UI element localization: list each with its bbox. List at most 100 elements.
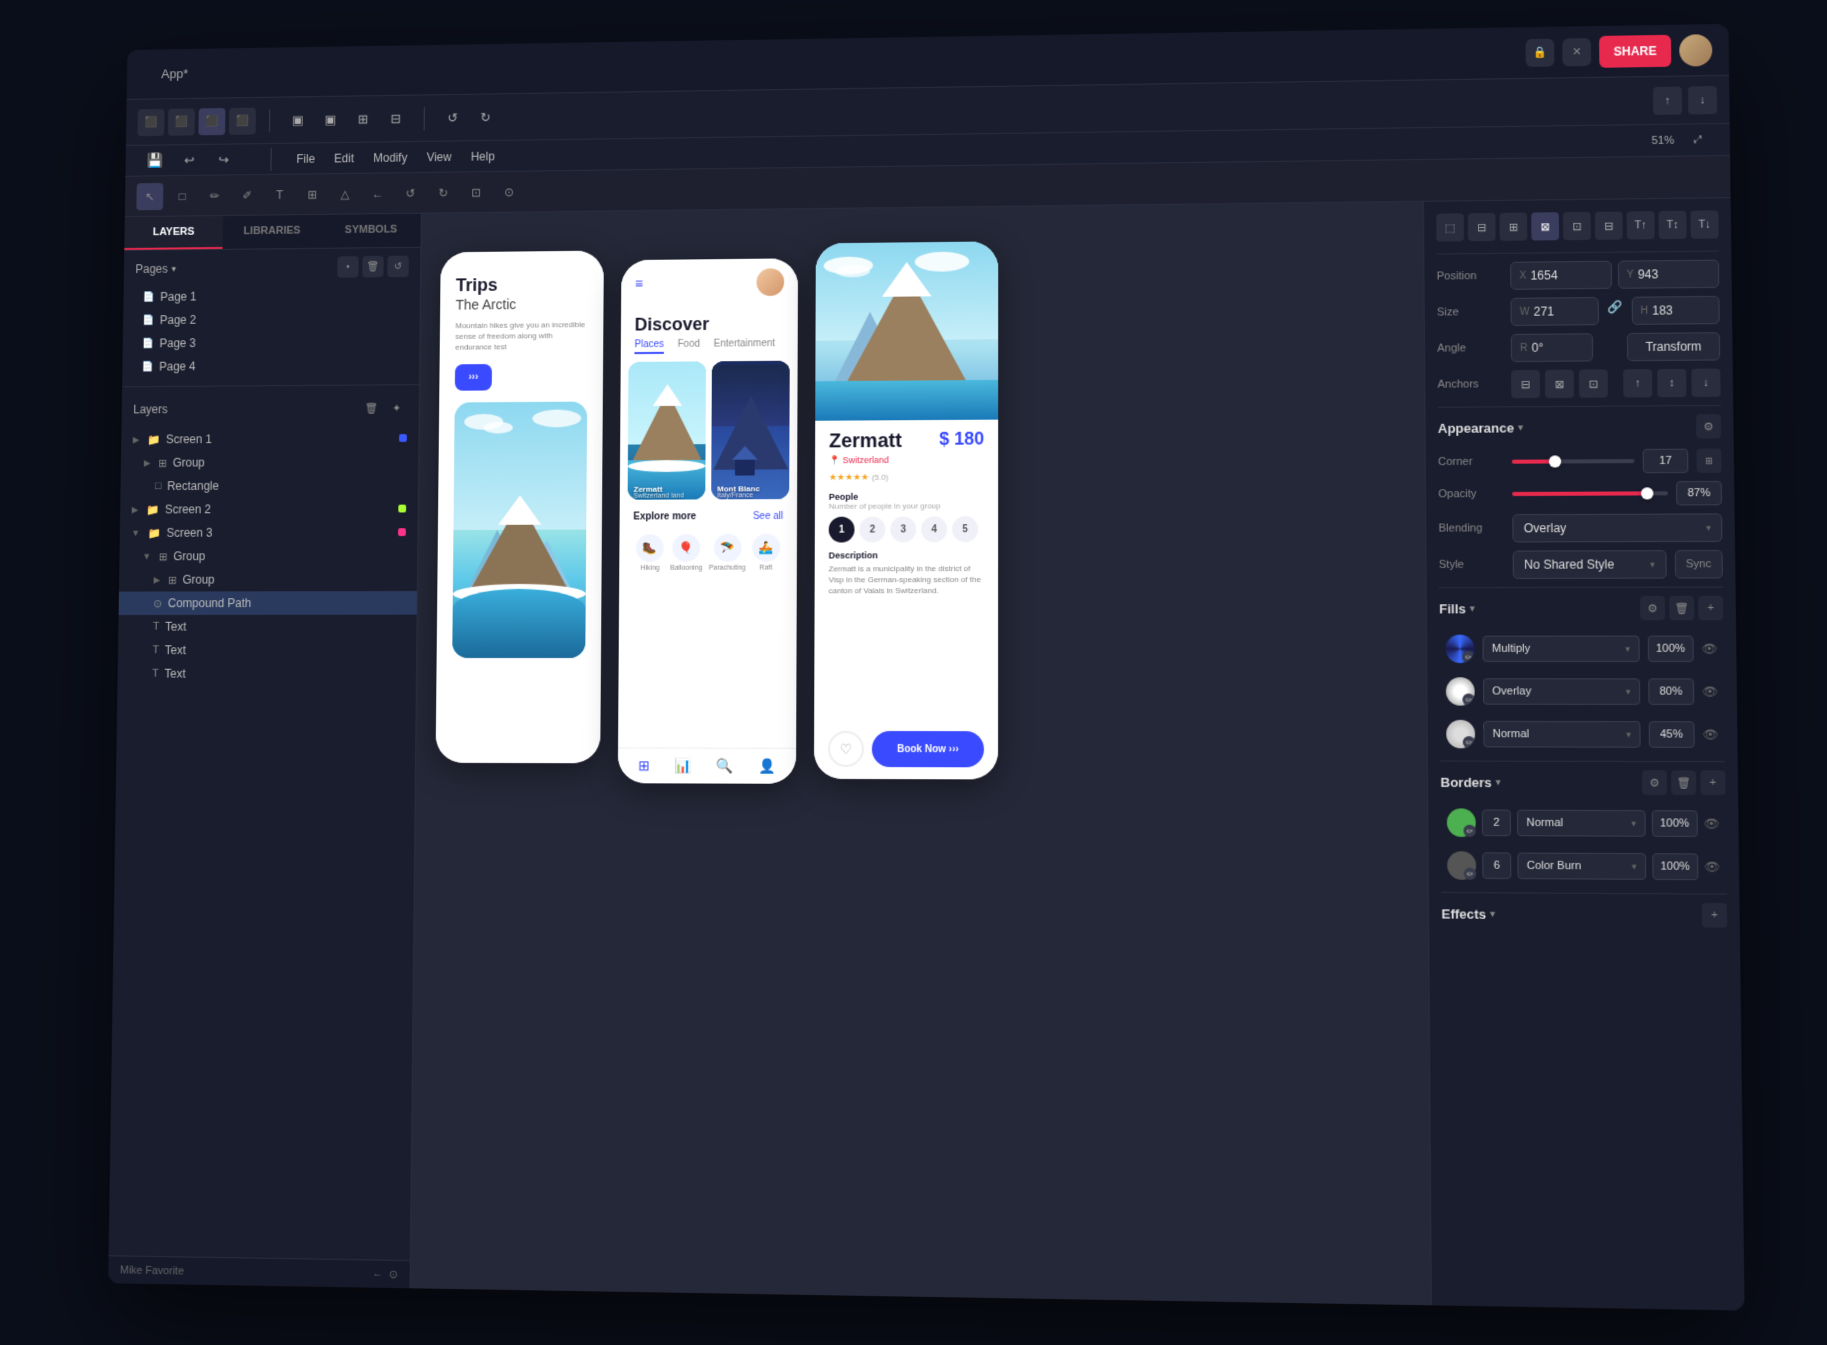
phone1-btn[interactable]: ›››	[455, 364, 492, 391]
border-num-1[interactable]: 2	[1482, 809, 1511, 836]
layer-group2[interactable]: ▼ ⊞ Group	[119, 544, 417, 568]
anchor-btn-3[interactable]: ⊡	[1579, 369, 1608, 397]
angle-input[interactable]: R 0°	[1511, 333, 1593, 362]
layer-rect[interactable]: □ Rectangle	[120, 473, 418, 498]
fill-edit-1[interactable]: ✏	[1462, 651, 1474, 663]
corner-value[interactable]: 17	[1643, 449, 1689, 474]
undo2-btn[interactable]: ↩	[175, 145, 204, 174]
fill-swatch-1[interactable]: ✏	[1446, 635, 1475, 663]
status-back-btn[interactable]: ←	[372, 1268, 383, 1281]
layer-screen1[interactable]: ▶ 📁 Screen 1	[121, 426, 418, 451]
menu-view[interactable]: View	[427, 150, 452, 164]
border-eye-2[interactable]: 👁	[1704, 860, 1720, 874]
border-swatch-2[interactable]: ✏	[1447, 851, 1476, 880]
grid-btn[interactable]: ⊞	[349, 104, 378, 133]
border-value-2[interactable]: 100%	[1652, 853, 1698, 880]
page-item-2[interactable]: 📄 Page 2	[134, 306, 408, 332]
zoom-in-btn[interactable]: ▣	[316, 105, 345, 134]
borders-delete-btn[interactable]: 🗑	[1671, 770, 1696, 795]
redo2-btn[interactable]: ↪	[209, 145, 238, 174]
num-btn-2[interactable]: 2	[859, 517, 885, 543]
page-item-4[interactable]: 📄 Page 4	[134, 353, 408, 378]
align-top-dist[interactable]: ⊠	[1531, 212, 1559, 240]
pencil-tool[interactable]: ✐	[234, 181, 261, 208]
align-bottom-dist[interactable]: ⊟	[1595, 211, 1623, 239]
corner-slider[interactable]	[1512, 459, 1635, 464]
menu-edit[interactable]: Edit	[334, 151, 354, 165]
fill-edit-2[interactable]: ✏	[1462, 693, 1474, 705]
corner-options-btn[interactable]: ⊞	[1696, 448, 1721, 472]
lock-ratio-icon[interactable]: 🔗	[1604, 297, 1625, 317]
transform-btn[interactable]: Transform	[1627, 332, 1720, 361]
num-btn-3[interactable]: 3	[890, 516, 916, 542]
page-item-1[interactable]: 📄 Page 1	[135, 283, 409, 309]
image-tool[interactable]: ⊞	[299, 180, 326, 207]
fill-swatch-3[interactable]: ✏	[1446, 720, 1475, 749]
layer-text-3[interactable]: T Text	[118, 662, 417, 686]
fill-edit-3[interactable]: ✏	[1463, 736, 1475, 748]
tab-layers[interactable]: LAYERS	[124, 216, 223, 250]
rotate-tool[interactable]: ↺	[397, 179, 424, 207]
anchor-btn-1[interactable]: ⊟	[1511, 370, 1540, 398]
anchor-align-3[interactable]: ↓	[1691, 369, 1720, 397]
nav-home-icon[interactable]: ⊞	[638, 757, 650, 774]
rotate2-tool[interactable]: ↻	[430, 179, 457, 207]
size-h-input[interactable]: H 183	[1631, 296, 1720, 325]
borders-add-btn[interactable]: +	[1700, 770, 1725, 795]
align-text-top[interactable]: T↑	[1627, 211, 1655, 239]
border-swatch-1[interactable]: ✏	[1447, 808, 1476, 837]
share-button[interactable]: SHARE	[1599, 34, 1671, 67]
see-all-link[interactable]: See all	[753, 511, 783, 522]
fill-blend-1[interactable]: Multiply ▾	[1482, 636, 1639, 662]
sync-button[interactable]: Sync	[1674, 550, 1723, 579]
fill-value-3[interactable]: 45%	[1648, 721, 1694, 748]
rect-tool[interactable]: □	[169, 182, 196, 209]
effects-add-btn[interactable]: +	[1702, 903, 1727, 928]
canvas-area[interactable]: Trips The Arctic Mountain hikes give you…	[411, 202, 1431, 1306]
book-now-button[interactable]: Book Now ›››	[872, 731, 984, 767]
close-btn[interactable]: ✕	[1562, 38, 1591, 66]
menu-file[interactable]: File	[296, 152, 315, 166]
num-btn-5[interactable]: 5	[952, 516, 978, 542]
align-left-dist[interactable]: ⬚	[1436, 213, 1464, 241]
tab-entertainment[interactable]: Entertainment	[714, 338, 775, 353]
fill-eye-3[interactable]: 👁	[1703, 727, 1719, 741]
align-center-btn[interactable]: ⬛	[168, 108, 195, 135]
size-w-input[interactable]: W 271	[1510, 297, 1598, 326]
layer-text-2[interactable]: T Text	[118, 638, 417, 662]
arrow-tool[interactable]: ←	[364, 180, 391, 207]
save-btn[interactable]: 💾	[141, 146, 170, 175]
anchor-align-2[interactable]: ↕	[1657, 369, 1686, 397]
heart-button[interactable]: ♡	[828, 731, 864, 767]
tab-symbols[interactable]: SYMBOLS	[321, 214, 421, 248]
fill-value-1[interactable]: 100%	[1647, 636, 1693, 663]
align-center-dist[interactable]: ⊟	[1468, 213, 1496, 241]
nav-search-icon[interactable]: 🔍	[716, 758, 733, 775]
anchor-btn-2[interactable]: ⊠	[1545, 370, 1574, 398]
text-tool[interactable]: T	[266, 181, 293, 208]
opacity-thumb[interactable]	[1641, 487, 1654, 499]
fills-add-btn[interactable]: +	[1698, 596, 1723, 620]
anchor-align-1[interactable]: ↑	[1623, 369, 1652, 397]
page-item-3[interactable]: 📄 Page 3	[134, 330, 408, 356]
border-eye-1[interactable]: 👁	[1704, 817, 1720, 831]
layer-text-1[interactable]: T Text	[118, 615, 416, 639]
redo-btn[interactable]: ↻	[471, 103, 500, 133]
pages-delete-btn[interactable]: 🗑	[362, 256, 383, 278]
undo-btn[interactable]: ↺	[438, 103, 467, 132]
status-fwd-btn[interactable]: ⊙	[389, 1268, 398, 1281]
layer-group1[interactable]: ▶ ⊞ Group	[121, 450, 419, 475]
layer-screen3[interactable]: ▼ 📁 Screen 3	[120, 520, 418, 544]
blending-dropdown[interactable]: Overlay ▾	[1512, 513, 1722, 542]
fill-blend-3[interactable]: Normal ▾	[1483, 721, 1640, 748]
fill-blend-2[interactable]: Overlay ▾	[1483, 678, 1640, 705]
nav-chart-icon[interactable]: 📊	[674, 758, 691, 775]
export-btn[interactable]: ↑	[1653, 86, 1682, 114]
align-top-btn[interactable]: ⬛	[229, 107, 256, 134]
layers-add-btn[interactable]: ✦	[386, 397, 408, 419]
nav-user-icon[interactable]: 👤	[758, 758, 775, 775]
pages-add-btn[interactable]: ↺	[387, 256, 408, 278]
select-tool[interactable]: ↖	[136, 183, 163, 210]
border-blend-1[interactable]: Normal ▾	[1517, 810, 1646, 837]
align-right-btn[interactable]: ⬛	[198, 108, 225, 135]
